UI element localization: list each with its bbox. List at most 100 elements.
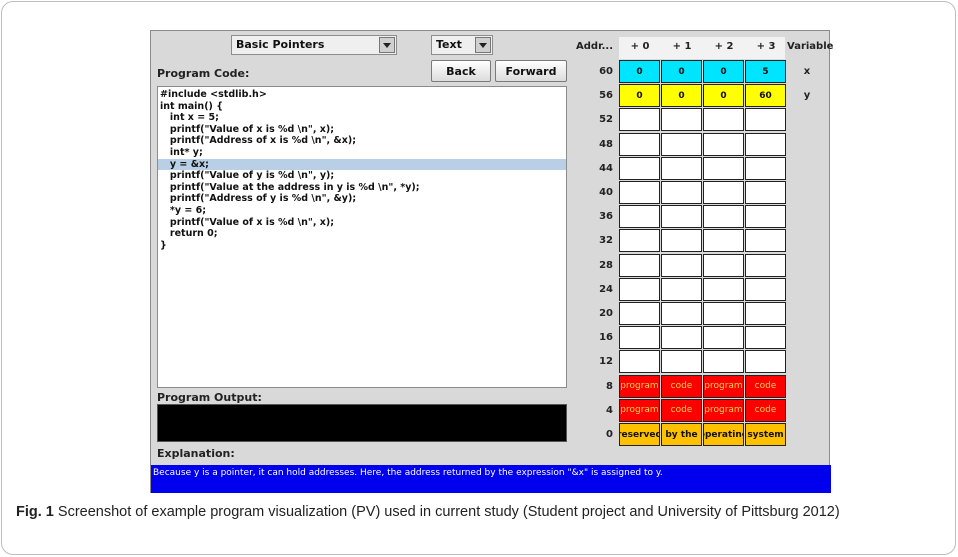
memory-cell	[619, 350, 660, 374]
program-output-console	[157, 404, 567, 442]
code-line: printf("Value of x is %d \n", x);	[160, 216, 335, 228]
memory-cell	[703, 156, 744, 180]
figure-caption: Fig. 1 Screenshot of example program vis…	[16, 502, 946, 523]
memory-cell: 5	[745, 60, 786, 83]
memory-cell	[661, 302, 702, 325]
memory-cell	[703, 302, 744, 325]
memory-cell	[661, 132, 702, 156]
memory-cell	[661, 253, 702, 277]
memory-address-label: 0	[606, 429, 613, 440]
memory-cell	[745, 253, 786, 277]
memory-cell	[661, 181, 702, 204]
memory-cell: program	[619, 374, 660, 398]
memory-cell	[661, 205, 702, 229]
memory-cell	[619, 181, 660, 204]
mode-select[interactable]: Text	[431, 35, 493, 55]
explanation-bar: Because y is a pointer, it can hold addr…	[151, 465, 831, 493]
memory-cell	[661, 326, 702, 350]
memory-address-label: 32	[599, 235, 613, 247]
memory-cell	[745, 156, 786, 180]
example-select-value: Basic Pointers	[236, 38, 325, 51]
code-line: #include <stdlib.h>	[160, 89, 267, 100]
memory-address-label: 36	[599, 211, 613, 223]
memory-cell: 0	[703, 60, 744, 83]
memory-cell	[619, 277, 660, 301]
memory-cell	[619, 229, 660, 253]
memory-cell: 0	[703, 84, 744, 108]
memory-cell: program	[619, 398, 660, 422]
memory-address-label: 52	[599, 114, 613, 126]
memory-address-label: 24	[599, 283, 613, 295]
memory-address-label: 16	[599, 332, 613, 344]
program-output-label: Program Output:	[157, 391, 262, 404]
code-line: printf("Value of y is %d \n", y);	[160, 170, 335, 182]
code-line: printf("Value of x is %d \n", x);	[160, 123, 335, 135]
code-line: *y = 6;	[160, 204, 207, 216]
code-line-current: y = &x;	[158, 158, 566, 171]
memory-cell: system	[745, 423, 786, 446]
address-column-header: Addr...	[576, 41, 613, 52]
memory-variable-label: x	[803, 66, 811, 77]
memory-cell	[745, 302, 786, 325]
memory-cell	[703, 277, 744, 301]
code-line: int x = 5;	[160, 112, 219, 124]
offset-header-1: + 1	[672, 41, 692, 52]
memory-address-label: 12	[599, 356, 613, 368]
memory-cell	[703, 108, 744, 132]
code-panel: Basic Pointers Text Program Code: Back F…	[151, 31, 571, 465]
memory-address-label: 44	[599, 162, 613, 174]
memory-cell	[745, 181, 786, 204]
offset-header-2: + 2	[714, 41, 734, 52]
code-editor[interactable]: #include <stdlib.h> int main() { int x = …	[157, 86, 567, 388]
memory-cell	[661, 108, 702, 132]
memory-address-label: 40	[599, 187, 613, 198]
memory-cell: code	[661, 398, 702, 422]
memory-cell	[703, 229, 744, 253]
memory-cell: reserved	[619, 423, 660, 446]
offset-header-3: + 3	[756, 41, 776, 52]
code-line: int* y;	[160, 146, 203, 158]
pv-application-window: Basic Pointers Text Program Code: Back F…	[150, 30, 834, 493]
memory-cell	[619, 205, 660, 229]
memory-cell	[703, 326, 744, 350]
memory-cell: 0	[619, 60, 660, 83]
memory-cell	[745, 132, 786, 156]
offset-header-0: + 0	[630, 41, 650, 52]
chevron-down-icon[interactable]	[379, 37, 395, 53]
memory-cell: by the	[661, 423, 702, 446]
example-select[interactable]: Basic Pointers	[231, 35, 397, 55]
code-line: printf("Address of y is %d \n", &y);	[160, 193, 357, 205]
memory-cell	[745, 350, 786, 374]
memory-cell	[745, 277, 786, 301]
forward-button[interactable]: Forward	[495, 60, 567, 82]
memory-address-label: 4	[606, 404, 613, 416]
memory-address-label: 28	[599, 259, 613, 271]
memory-cell	[745, 205, 786, 229]
code-line: int main() {	[160, 100, 223, 112]
memory-cell	[619, 326, 660, 350]
variable-column-header: Variable	[787, 41, 834, 52]
memory-cell	[661, 156, 702, 180]
memory-cell	[703, 181, 744, 204]
memory-panel: Addr... + 0 + 1 + 2 + 3 Variable 60 0 0 0 5 x…	[573, 31, 834, 465]
memory-cell: 60	[745, 84, 786, 108]
memory-cell	[661, 350, 702, 374]
memory-address-label: 48	[599, 138, 613, 150]
explanation-label: Explanation:	[157, 447, 235, 460]
chevron-down-icon[interactable]	[475, 37, 491, 53]
memory-cell	[619, 108, 660, 132]
memory-cell: 0	[619, 84, 660, 108]
mode-select-value: Text	[436, 38, 462, 51]
memory-cell	[661, 229, 702, 253]
back-button[interactable]: Back	[431, 60, 491, 82]
memory-cell	[745, 108, 786, 132]
code-line: return 0;	[160, 228, 218, 240]
memory-cell: code	[745, 374, 786, 398]
memory-variable-label: y	[803, 90, 811, 102]
figure-frame: Basic Pointers Text Program Code: Back F…	[1, 1, 956, 555]
memory-address-label: 56	[599, 90, 613, 102]
caption-label: Fig. 1	[16, 504, 54, 520]
memory-cell	[703, 205, 744, 229]
memory-cell: program	[703, 374, 744, 398]
memory-cell: 0	[661, 84, 702, 108]
